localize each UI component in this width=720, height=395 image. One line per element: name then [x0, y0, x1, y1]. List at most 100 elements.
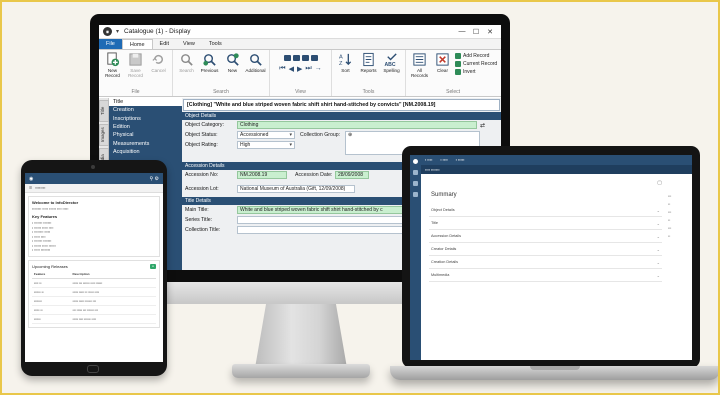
all-records-button[interactable]: All Records [409, 52, 430, 89]
accession-date-field[interactable]: 28/09/2008 [335, 171, 369, 179]
spelling-button[interactable]: ABC Spelling [381, 52, 402, 89]
summary-row-creation-details[interactable]: Creation Details ⌄ [429, 256, 662, 269]
table-row[interactable]: ▪▪▪▪▪▪▪ ▪▪▪▪▪ ▪▪▪▪▪ ▪▪▪▪▪▪ ▪▪▪ [32, 296, 156, 306]
ribbon-group-search: Search Previous New Additional Search [173, 50, 270, 96]
rail-item[interactable]: ▪▪▪ [668, 210, 684, 214]
previous-search-icon [203, 54, 216, 66]
previous-search-button[interactable]: Previous [199, 52, 220, 89]
save-record-button[interactable]: Save Record [125, 52, 146, 89]
laptop-nav-icon-3[interactable] [413, 192, 418, 197]
nav-item-title[interactable]: Title [109, 98, 182, 107]
tablet-upcoming-heading: Upcoming Releases [32, 263, 68, 269]
tablet-screen: ◉ ⚲ ⚙ ☰ ▪▪▪▪▪▪▪▪ Welcome to InfoDirector… [25, 173, 163, 362]
laptop-nav-icon-1[interactable] [413, 170, 418, 175]
sort-label: Sort [341, 68, 350, 73]
summary-row-creator-details[interactable]: Creator Details ⌄ [429, 243, 662, 256]
sort-button[interactable]: AZ Sort [335, 52, 356, 89]
vtab-title[interactable]: Title [99, 100, 109, 122]
invert-option[interactable]: Invert [455, 69, 497, 75]
cancel-button[interactable]: Cancel [148, 52, 169, 89]
accession-lot-label: Accession Lot: [185, 186, 219, 192]
nav-item-creation[interactable]: Creation [109, 106, 182, 114]
vtab-images[interactable]: Images [99, 124, 109, 146]
laptop-tab-1[interactable]: ▪ ▪▪▪▪ [425, 158, 432, 162]
first-record-icon[interactable]: ⏮ [279, 65, 285, 73]
nav-item-inscriptions[interactable]: Inscriptions [109, 115, 182, 123]
additional-search-icon [250, 54, 262, 66]
menu-view[interactable]: View [176, 39, 202, 49]
view-grid-icon[interactable] [292, 55, 300, 61]
view-detail-icon[interactable] [301, 55, 309, 61]
ribbon-group-tools: AZ Sort Reports ABC Spelling Tools [332, 50, 406, 96]
summary-row-multimedia[interactable]: Multimedia ⌄ [429, 269, 662, 282]
tablet-key-features: Key Features [32, 214, 58, 220]
laptop-tab-2[interactable]: ▪ ▪▪▪▪ [440, 158, 447, 162]
tablet-header-icons[interactable]: ⚲ ⚙ [149, 176, 159, 182]
laptop-body: ▢ Summary Object Details ⌄ Title ⌄ Accessi… [421, 174, 692, 288]
goto-record-icon[interactable]: → [315, 65, 322, 73]
summary-row-accession-details[interactable]: Accession Details ⌄ [429, 230, 662, 243]
additional-search-button[interactable]: Additional [245, 52, 266, 89]
object-rating-label: Object Rating: [185, 142, 218, 148]
laptop-nav-icon-2[interactable] [413, 181, 418, 186]
prev-record-icon[interactable]: ◀ [289, 65, 294, 73]
view-layout-buttons[interactable] [283, 52, 318, 61]
current-record-option[interactable]: Current Record [455, 61, 497, 67]
rail-item[interactable]: ▪▪ [668, 218, 684, 222]
summary-row-object-details[interactable]: Object Details ⌄ [429, 204, 662, 217]
new-search-button[interactable]: New [222, 52, 243, 89]
nav-item-edition[interactable]: Edition [109, 123, 182, 131]
new-record-label: New Record [105, 68, 120, 79]
table-row[interactable]: ▪▪▪▪▪ ▪▪ ▪▪▪ ▪▪▪▪▪ ▪▪▪ ▪▪▪▪▪▪ ▪▪▪ [32, 305, 156, 315]
close-button[interactable]: ✕ [483, 28, 497, 36]
summary-row-label: Title [431, 221, 439, 225]
nav-item-measurements[interactable]: Measurements [109, 140, 182, 148]
nav-item-acquisition[interactable]: Acquisition [109, 148, 182, 156]
save-icon [129, 53, 142, 66]
minimize-button[interactable]: — [455, 28, 469, 35]
summary-row-label: Creator Details [431, 247, 457, 251]
menu-file[interactable]: File [99, 39, 122, 49]
tablet-home-button[interactable] [87, 365, 99, 373]
accession-no-field[interactable]: NM.2008.19 [237, 171, 287, 179]
next-record-icon[interactable]: ▶ [297, 65, 302, 73]
svg-text:ABC: ABC [384, 62, 395, 67]
rail-item[interactable]: ▪▪ [668, 202, 684, 206]
object-status-select[interactable]: Accessioned [237, 131, 295, 139]
table-row[interactable]: ▪▪▪▪▪▪ ▪▪ ▪▪▪▪▪ ▪▪▪▪▪ ▪▪ ▪▪▪▪▪ ▪▪▪▪ [32, 287, 156, 297]
lookup-icon[interactable]: ⇄ [480, 122, 485, 129]
rail-item[interactable]: ▪▪▪ [668, 194, 684, 198]
summary-row-title[interactable]: Title ⌄ [429, 217, 662, 230]
object-category-field[interactable]: Clothing [237, 121, 477, 129]
search-button[interactable]: Search [176, 52, 197, 89]
save-record-label: Save Record [128, 68, 143, 79]
clear-button[interactable]: Clear [432, 52, 453, 89]
maximize-button[interactable]: ☐ [469, 28, 483, 36]
menu-edit[interactable]: Edit [153, 39, 176, 49]
tablet-menu-icon[interactable]: ☰ [29, 186, 32, 190]
menu-home[interactable]: Home [121, 39, 153, 49]
reports-button[interactable]: Reports [358, 52, 379, 89]
rail-item[interactable]: ▪▪▪ [668, 226, 684, 230]
tablet-feature-list: • ▪▪▪▪▪▪▪ ▪▪▪▪▪▪▪ • ▪▪▪▪▪▪ ▪▪▪▪▪ ▪▪▪▪ • ▪▪… [32, 221, 56, 253]
select-options: Add Record Current Record Invert [455, 52, 497, 89]
monitor-stand-base [232, 364, 370, 378]
object-rating-select[interactable]: High [237, 141, 295, 149]
add-record-option[interactable]: Add Record [455, 53, 497, 59]
view-form-icon[interactable] [310, 55, 318, 61]
new-record-button[interactable]: New Record [102, 52, 123, 89]
view-list-icon[interactable] [283, 55, 291, 61]
quick-access-dropdown[interactable]: ▾ [116, 28, 119, 35]
laptop-tab-3[interactable]: ▪ ▪▪▪▪▪ [456, 158, 465, 162]
table-header-row: Feature Description [32, 270, 156, 279]
nav-item-physical[interactable]: Physical [109, 131, 182, 139]
accession-lot-field[interactable]: National Museum of Australia (Gift, 12/0… [237, 185, 355, 193]
new-record-icon [107, 52, 120, 67]
menu-tools[interactable]: Tools [202, 39, 229, 49]
last-record-icon[interactable]: ⏭ [305, 65, 311, 73]
laptop-options-icon[interactable]: ▢ [429, 180, 662, 186]
rail-item[interactable]: ▪▪ [668, 234, 684, 238]
table-row[interactable]: ▪▪▪▪▪▪ ▪▪▪▪▪ ▪▪▪▪ ▪▪▪▪▪▪ ▪▪▪▪ [32, 314, 156, 324]
tablet-welcome-heading: Welcome to InfoDirector [32, 200, 79, 205]
table-row[interactable]: ▪▪▪▪ ▪▪ ▪▪▪▪▪ ▪▪▪ ▪▪▪▪▪▪ ▪▪▪▪ ▪▪▪▪▪▪ [32, 278, 156, 288]
